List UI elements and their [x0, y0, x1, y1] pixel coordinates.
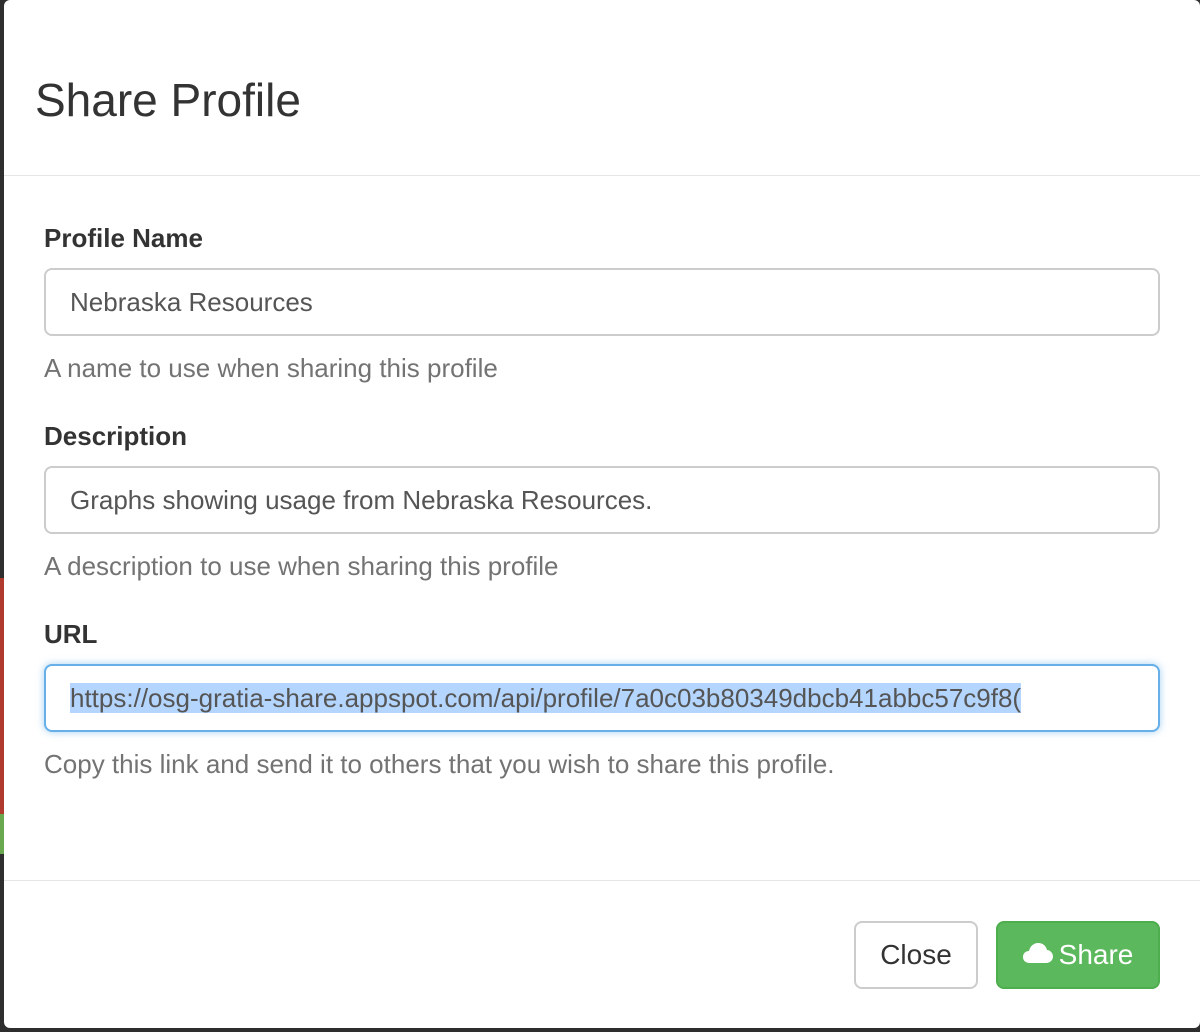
share-button[interactable]: Share [996, 921, 1160, 989]
share-button-label: Share [1058, 939, 1134, 970]
description-label: Description [44, 421, 188, 451]
url-group: URL https://osg-gratia-share.appspot.com… [44, 618, 1160, 780]
profile-name-label: Profile Name [44, 223, 203, 253]
modal-footer: Close Share [4, 880, 1200, 1028]
share-profile-dialog: Share Profile Profile Name Nebraska Reso… [4, 0, 1200, 1028]
description-input[interactable]: Graphs showing usage from Nebraska Resou… [44, 466, 1160, 534]
modal-body: Profile Name Nebraska Resources A name t… [4, 176, 1200, 880]
modal-header: Share Profile [4, 0, 1200, 176]
description-help: A description to use when sharing this p… [44, 551, 559, 581]
url-help: Copy this link and send it to others tha… [44, 749, 835, 779]
url-label: URL [44, 619, 98, 649]
url-input[interactable]: https://osg-gratia-share.appspot.com/api… [44, 664, 1160, 732]
description-group: Description Graphs showing usage from Ne… [44, 420, 1160, 582]
modal-title: Share Profile [35, 74, 301, 126]
profile-name-help: A name to use when sharing this profile [44, 353, 498, 383]
url-selected-text: https://osg-gratia-share.appspot.com/api… [70, 683, 1022, 713]
close-button[interactable]: Close [854, 921, 978, 989]
cloud-icon [1022, 942, 1053, 963]
profile-name-input[interactable]: Nebraska Resources [44, 268, 1160, 336]
profile-name-group: Profile Name Nebraska Resources A name t… [44, 222, 1160, 384]
